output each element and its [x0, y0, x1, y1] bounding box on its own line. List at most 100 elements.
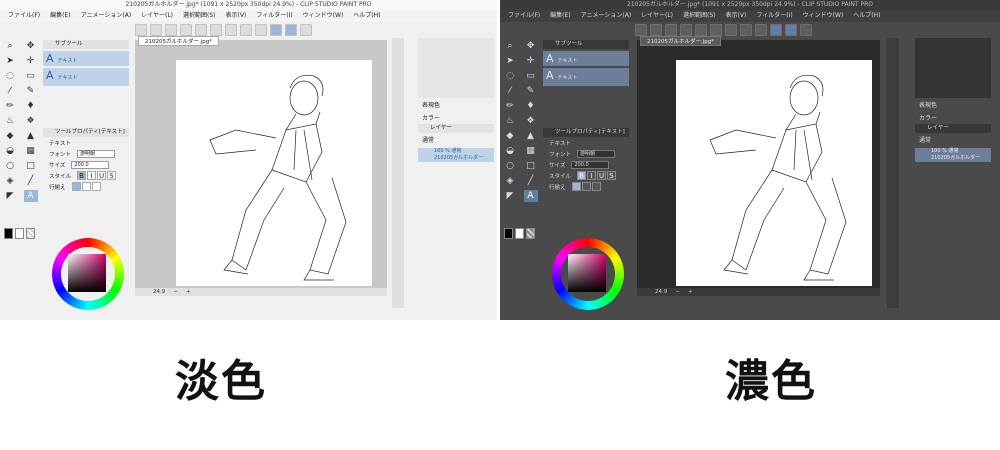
menu-help[interactable]: ヘルプ(H)	[853, 10, 880, 22]
font-select[interactable]: 游明朝	[577, 149, 616, 158]
document-tab[interactable]: 210205ガルホルダー.jpg*	[138, 36, 220, 46]
menu-selection[interactable]: 選択範囲(S)	[683, 10, 716, 22]
zoom-value[interactable]: 24.9	[655, 288, 667, 296]
new-button[interactable]	[135, 24, 147, 36]
panel-dock-strip[interactable]	[887, 38, 899, 308]
menu-filter[interactable]: フィルター(I)	[256, 10, 292, 22]
main-color-swatch[interactable]	[504, 228, 513, 239]
menu-edit[interactable]: 編集(E)	[50, 10, 70, 22]
figure-icon[interactable]: ○	[503, 160, 517, 172]
tool-property-tab[interactable]: ツールプロパティ[テキスト]	[43, 128, 129, 137]
snap-grid-button[interactable]	[800, 24, 812, 36]
operation-icon[interactable]: ➤	[503, 55, 517, 67]
size-input[interactable]: 200.0	[71, 160, 110, 169]
frame-icon[interactable]: □	[524, 160, 538, 172]
airbrush-icon[interactable]: ♨	[3, 115, 17, 127]
lasso-icon[interactable]: ◌	[503, 70, 517, 82]
color-mode-value[interactable]: カラー	[915, 114, 991, 124]
brush-icon[interactable]: ♦	[524, 100, 538, 112]
snap-special-ruler-button[interactable]	[285, 24, 297, 36]
layer-row[interactable]: 100 % 通常 210205ガルホルダー	[418, 148, 494, 162]
clear-button[interactable]	[210, 24, 222, 36]
undo-button[interactable]	[680, 24, 692, 36]
menu-window[interactable]: ウィンドウ(W)	[803, 10, 844, 22]
main-color-swatch[interactable]	[4, 228, 13, 239]
decoration-icon[interactable]: ❖	[24, 115, 38, 127]
zoom-out-icon[interactable]: −	[675, 288, 680, 296]
deselect-button[interactable]	[255, 24, 267, 36]
menu-file[interactable]: ファイル(F)	[508, 10, 540, 22]
gradient-icon[interactable]: ▦	[24, 145, 38, 157]
decoration-icon[interactable]: ❖	[524, 115, 538, 127]
bold-button[interactable]: B	[577, 171, 587, 180]
navigator-panel[interactable]	[915, 38, 991, 98]
align-right-button[interactable]	[591, 182, 601, 191]
fill-icon[interactable]: ◒	[503, 145, 517, 157]
text-icon[interactable]: A	[523, 190, 538, 202]
italic-button[interactable]: I	[587, 171, 597, 180]
select-icon[interactable]: ▭	[524, 70, 538, 82]
bold-button[interactable]: B	[77, 171, 87, 180]
menu-view[interactable]: 表示(V)	[726, 10, 747, 22]
ruler-icon[interactable]: ╱	[24, 175, 38, 187]
sub-color-swatch[interactable]	[515, 228, 524, 239]
document-tab[interactable]: 210205ガルホルダー.jpg*	[640, 36, 722, 46]
snap-grid-button[interactable]	[300, 24, 312, 36]
balloon-icon[interactable]: ◈	[3, 175, 17, 187]
blend-mode[interactable]: 通常	[418, 136, 494, 146]
zoom-in-icon[interactable]: +	[688, 288, 693, 296]
snap-ruler-button[interactable]	[770, 24, 782, 36]
align-left-button[interactable]	[571, 182, 581, 191]
color-picker-square[interactable]	[68, 254, 106, 292]
subtool-tab[interactable]: サブツール	[543, 40, 629, 49]
fill-button[interactable]	[225, 24, 237, 36]
hand-icon[interactable]: ✥	[24, 40, 38, 52]
transform-button[interactable]	[240, 24, 252, 36]
hand-icon[interactable]: ✥	[524, 40, 538, 52]
eyedropper-icon[interactable]: ⁄	[503, 85, 517, 97]
layer-tab[interactable]: レイヤー	[915, 124, 991, 133]
menu-layer[interactable]: レイヤー(L)	[641, 10, 673, 22]
underline-button[interactable]: U	[597, 171, 607, 180]
menu-view[interactable]: 表示(V)	[226, 10, 247, 22]
panel-dock-strip[interactable]	[392, 38, 404, 308]
move-icon[interactable]: ✛	[524, 55, 538, 67]
airbrush-icon[interactable]: ♨	[503, 115, 517, 127]
menu-layer[interactable]: レイヤー(L)	[141, 10, 173, 22]
transform-button[interactable]	[740, 24, 752, 36]
menu-file[interactable]: ファイル(F)	[8, 10, 40, 22]
eyedropper-icon[interactable]: ⁄	[3, 85, 17, 97]
operation-icon[interactable]: ➤	[3, 55, 17, 67]
new-button[interactable]	[635, 24, 647, 36]
menu-edit[interactable]: 編集(E)	[550, 10, 570, 22]
sub-color-swatch[interactable]	[15, 228, 24, 239]
font-select[interactable]: 游明朝	[77, 149, 116, 158]
blend-mode[interactable]: 通常	[915, 136, 991, 146]
snap-special-ruler-button[interactable]	[785, 24, 797, 36]
zoom-in-icon[interactable]: +	[186, 288, 191, 296]
transparent-swatch[interactable]	[26, 228, 35, 239]
balloon-icon[interactable]: ◈	[503, 175, 517, 187]
lasso-icon[interactable]: ◌	[3, 70, 17, 82]
tool-property-tab[interactable]: ツールプロパティ[テキスト]	[543, 128, 629, 137]
underline-button[interactable]: U	[97, 171, 107, 180]
pencil-icon[interactable]: ✏	[3, 100, 17, 112]
blend-icon[interactable]: ▲	[524, 130, 538, 142]
menu-animation[interactable]: アニメーション(A)	[581, 10, 632, 22]
color-picker-square[interactable]	[568, 254, 606, 292]
strike-button[interactable]: S	[107, 171, 117, 180]
menu-window[interactable]: ウィンドウ(W)	[303, 10, 344, 22]
italic-button[interactable]: I	[87, 171, 97, 180]
transparent-swatch[interactable]	[526, 228, 535, 239]
fill-button[interactable]	[725, 24, 737, 36]
menu-help[interactable]: ヘルプ(H)	[353, 10, 380, 22]
open-button[interactable]	[150, 24, 162, 36]
save-button[interactable]	[665, 24, 677, 36]
ruler-icon[interactable]: ╱	[524, 175, 538, 187]
clear-button[interactable]	[710, 24, 722, 36]
eraser-icon[interactable]: ◆	[3, 130, 17, 142]
align-left-button[interactable]	[71, 182, 81, 191]
pen-icon[interactable]: ✎	[24, 85, 38, 97]
gradient-icon[interactable]: ▦	[524, 145, 538, 157]
color-mode-value[interactable]: カラー	[418, 114, 494, 124]
